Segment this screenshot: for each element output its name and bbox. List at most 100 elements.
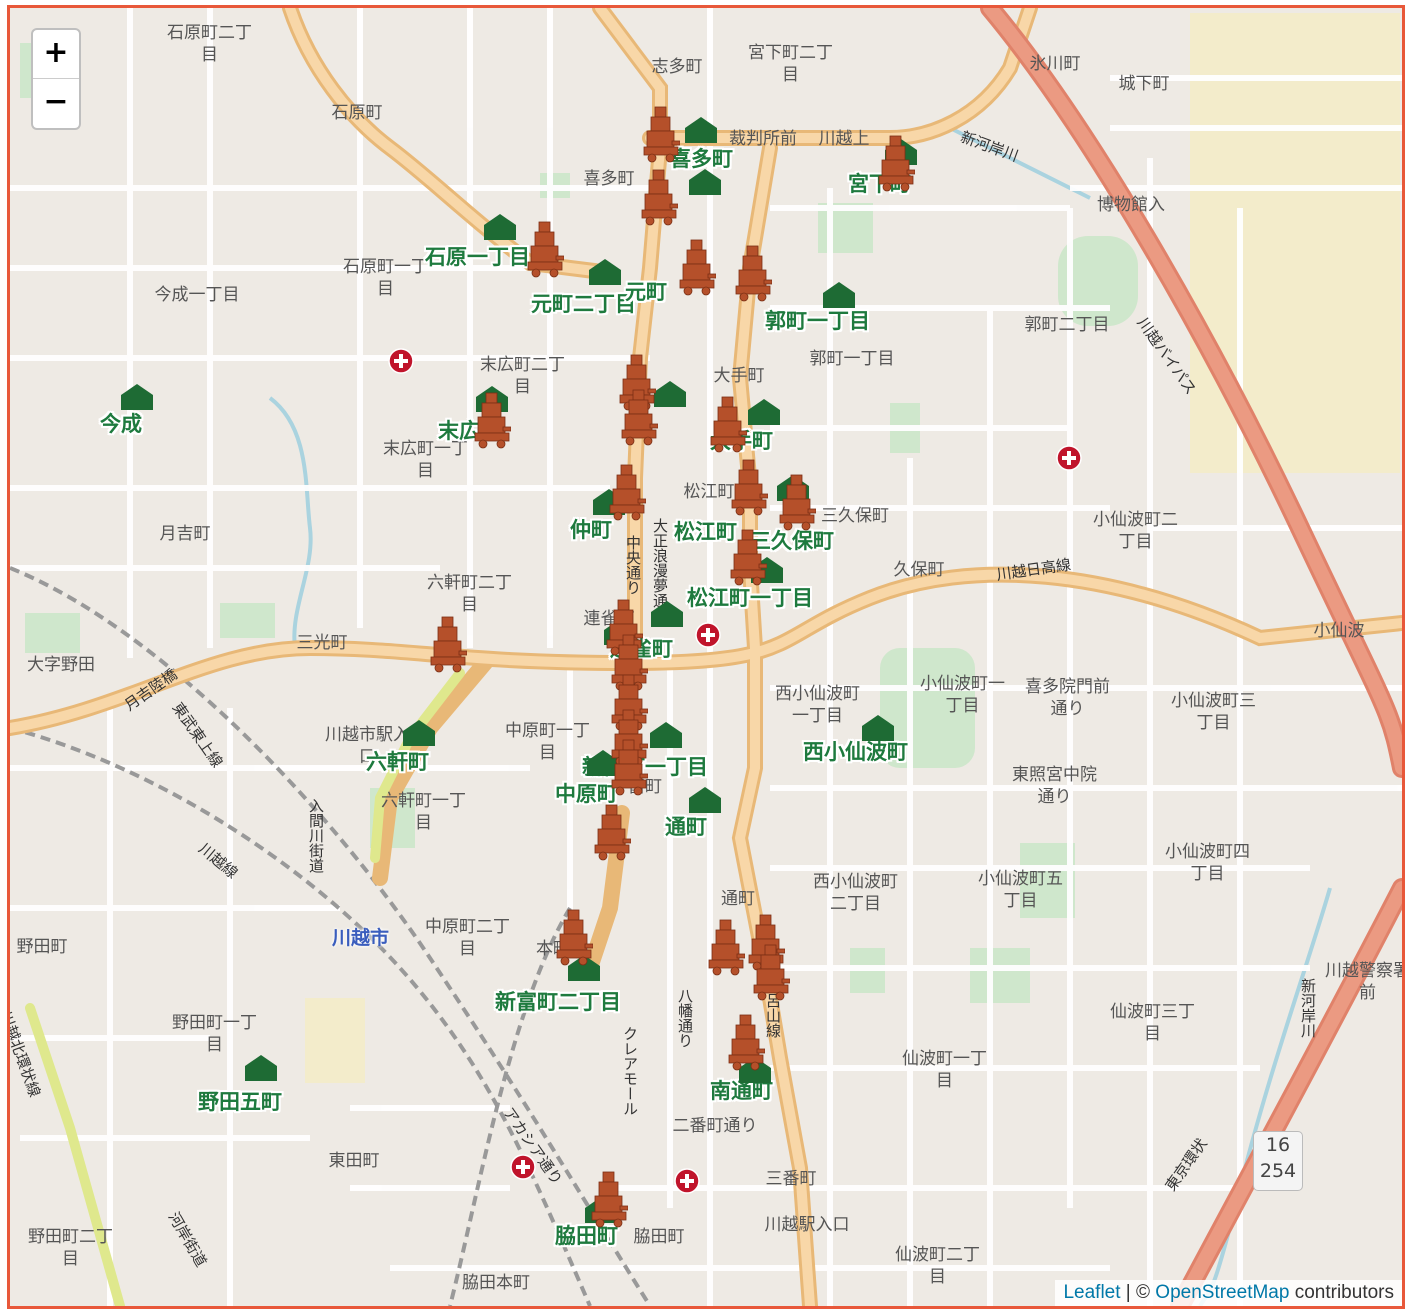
bus-stop-icon[interactable] (588, 258, 622, 285)
area-label: 大手町 (713, 366, 765, 386)
area-label: 野田町二丁目 (28, 1227, 113, 1269)
area-label: 仙波町二丁目 (895, 1245, 980, 1287)
bus-stop-icon[interactable] (402, 719, 436, 746)
route-shield: 16 254 (1253, 1131, 1303, 1191)
hospital-icon[interactable] (388, 348, 414, 374)
road-label: 中央通り (624, 535, 642, 595)
area-label: 西小仙波町一丁目 (775, 684, 860, 726)
bus-stop-label: 元町二丁目 (531, 292, 636, 316)
bus-stop-label: 松江町 (674, 520, 737, 544)
area-label: 西小仙波町二丁目 (813, 872, 898, 914)
festival-float-icon[interactable] (590, 1170, 628, 1228)
hospital-icon[interactable] (674, 1168, 700, 1194)
hospital-icon[interactable] (1056, 445, 1082, 471)
area-label: 中原町一丁目 (505, 721, 590, 763)
bus-stop-icon[interactable] (684, 116, 718, 143)
bus-stop-icon[interactable] (244, 1054, 278, 1081)
area-label: 六軒町一丁目 (381, 791, 466, 833)
zoom-out-button[interactable]: − (33, 78, 79, 127)
bus-stop-icon[interactable] (649, 721, 683, 748)
road-label: クレアモール (621, 1026, 639, 1116)
area-label: 喜多町 (583, 169, 635, 189)
bus-stop-icon[interactable] (822, 281, 856, 308)
road-label: 新河岸川 (1299, 978, 1317, 1038)
bus-stop-label: 六軒町 (366, 750, 429, 774)
hospital-icon[interactable] (510, 1154, 536, 1180)
festival-float-icon[interactable] (727, 1013, 765, 1071)
area-label: 小仙波町五丁目 (978, 869, 1063, 911)
festival-float-icon[interactable] (729, 528, 767, 586)
area-label: 博物館入 (1097, 195, 1165, 215)
bus-stop-label: 石原一丁目 (425, 245, 530, 269)
festival-float-icon[interactable] (752, 943, 790, 1001)
festival-float-icon[interactable] (877, 134, 915, 192)
festival-float-icon[interactable] (707, 918, 745, 976)
bus-stop-icon[interactable] (483, 213, 517, 240)
bus-stop-icon[interactable] (653, 380, 687, 407)
road-label: 入間川街道 (307, 798, 325, 873)
area-label: 小仙波町四丁目 (1165, 842, 1250, 884)
zoom-control: + − (31, 28, 81, 130)
area-label: 大字野田 (27, 655, 95, 675)
area-label: 仙波町三丁目 (1110, 1002, 1195, 1044)
area-label: 仙波町一丁目 (902, 1049, 987, 1091)
bus-stop-label: 元町 (625, 280, 667, 304)
area-label: 石原町 (331, 103, 383, 123)
festival-float-icon[interactable] (620, 388, 658, 446)
festival-float-icon[interactable] (593, 803, 631, 861)
bus-stop-icon[interactable] (747, 398, 781, 425)
bus-stop-icon[interactable] (120, 383, 154, 410)
attribution: Leaflet | © OpenStreetMap contributors (1055, 1280, 1402, 1306)
area-label: 今成一丁目 (154, 285, 240, 305)
area-label: 郭町二丁目 (1024, 315, 1110, 335)
attribution-separator: | (1125, 1282, 1131, 1303)
area-label: 川越警察署前 (1325, 961, 1405, 1003)
bus-stop-icon[interactable] (688, 786, 722, 813)
leaflet-link[interactable]: Leaflet (1063, 1282, 1120, 1303)
bus-stop-icon[interactable] (650, 600, 684, 627)
area-label: 野田町一丁目 (172, 1013, 257, 1055)
area-label: 氷川町 (1029, 54, 1081, 74)
area-label: 小仙波 (1313, 621, 1365, 641)
openstreetmap-link[interactable]: OpenStreetMap (1155, 1282, 1289, 1303)
road-label: 八幡通り (676, 988, 694, 1048)
festival-float-icon[interactable] (642, 105, 680, 163)
festival-float-icon[interactable] (526, 220, 564, 278)
area-label: 中原町二丁目 (425, 917, 510, 959)
festival-float-icon[interactable] (429, 615, 467, 673)
festival-float-icon[interactable] (678, 238, 716, 296)
copyright-symbol: © (1136, 1282, 1151, 1303)
area-label: 石原町二丁目 (167, 23, 252, 65)
bus-stop-label: 通町 (665, 815, 707, 839)
area-label: 三番町 (765, 1169, 817, 1189)
area-label: 東田町 (328, 1151, 380, 1171)
bus-stop-label: 仲町 (570, 518, 612, 542)
map-view[interactable]: + − 16 254 石原町二丁目 石原町 石原町一丁目 今成一丁目 末広町二丁目 末広町… (7, 5, 1405, 1309)
area-label: 城下町 (1118, 74, 1170, 94)
area-label: 小仙波町三丁目 (1171, 691, 1256, 733)
zoom-in-button[interactable]: + (33, 30, 79, 78)
area-label: 川越上 (818, 129, 870, 149)
area-label: 二番町通り (672, 1116, 758, 1136)
festival-float-icon[interactable] (640, 168, 678, 226)
bus-stop-label: 新富町二丁目 (495, 990, 621, 1014)
festival-float-icon[interactable] (709, 395, 747, 453)
bus-stop-label: 今成 (100, 412, 142, 436)
festival-float-icon[interactable] (778, 473, 816, 531)
area-label: 東照宮中院通り (1012, 765, 1097, 807)
hospital-icon[interactable] (695, 622, 721, 648)
bus-stop-icon[interactable] (688, 168, 722, 195)
bus-stop-label: 野田五町 (198, 1090, 282, 1114)
festival-float-icon[interactable] (734, 244, 772, 302)
festival-float-icon[interactable] (608, 463, 646, 521)
bus-stop-label: 松江町一丁目 (687, 586, 813, 610)
route-number-bottom: 254 (1259, 1160, 1297, 1182)
bus-stop-icon[interactable] (861, 714, 895, 741)
festival-float-icon[interactable] (730, 458, 768, 516)
area-label: 通町 (721, 889, 755, 909)
festival-float-icon[interactable] (555, 908, 593, 966)
area-label: 月吉町 (159, 524, 211, 544)
festival-float-icon[interactable] (473, 391, 511, 449)
festival-float-icon[interactable] (610, 738, 648, 796)
area-label: 六軒町二丁目 (427, 573, 512, 615)
